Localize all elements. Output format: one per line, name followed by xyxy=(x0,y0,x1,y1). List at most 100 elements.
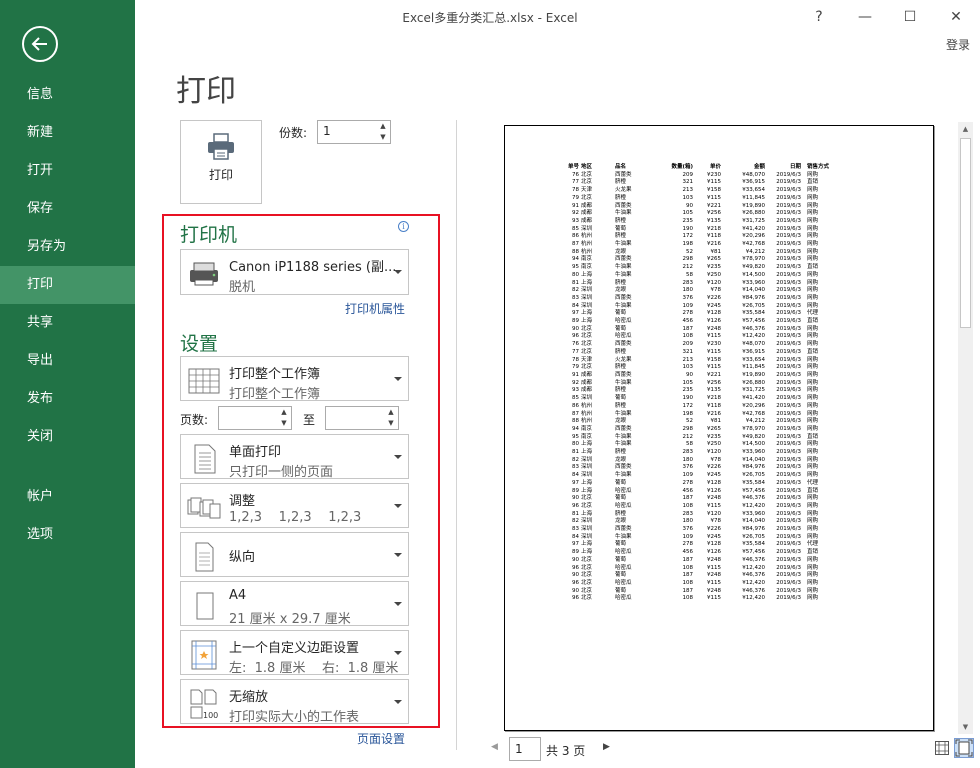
single-sided-icon xyxy=(194,444,216,474)
printer-name: Canon iP1188 series (副... xyxy=(229,260,397,275)
close-button[interactable]: ✕ xyxy=(942,6,970,28)
table-cell: ¥4,212 xyxy=(745,418,765,425)
spin-up-icon[interactable]: ▲ xyxy=(384,407,398,418)
scroll-up-icon[interactable]: ▲ xyxy=(958,122,973,136)
nav-item[interactable]: 信息 xyxy=(0,76,135,114)
table-cell: 2019/6/3 xyxy=(776,318,801,325)
table-cell: 网购 xyxy=(807,556,819,563)
help-button[interactable]: ? xyxy=(805,6,833,28)
table-cell: 网购 xyxy=(807,210,819,217)
nav-item[interactable]: 打开 xyxy=(0,152,135,190)
preview-scrollbar[interactable]: ▲ ▼ xyxy=(958,122,973,734)
print-button[interactable]: 打印 xyxy=(180,120,262,204)
table-cell: 葡萄 xyxy=(615,495,627,502)
table-cell: ¥120 xyxy=(707,449,721,456)
table-cell: ¥78 xyxy=(710,518,722,525)
scaling-dropdown[interactable]: 100 无缩放 打印实际大小的工作表 xyxy=(180,679,409,725)
next-page-icon[interactable]: ▶ xyxy=(603,742,610,752)
nav-item[interactable]: 帐户 xyxy=(0,478,135,516)
table-cell: ¥120 xyxy=(707,279,721,286)
table-cell: 2019/6/3 xyxy=(776,587,801,594)
show-margins-icon[interactable] xyxy=(934,740,950,756)
page-setup-link[interactable]: 页面设置 xyxy=(357,730,405,747)
table-cell: ¥158 xyxy=(707,187,721,194)
nav-item[interactable]: 选项 xyxy=(0,516,135,554)
table-cell: 2019/6/3 xyxy=(776,549,801,556)
table-row: 96 北京 哈密瓜 108 ¥115 ¥12,420 2019/6/3 网购 xyxy=(551,565,839,573)
table-cell: 376 xyxy=(682,464,694,471)
nav-item[interactable]: 另存为 xyxy=(0,228,135,266)
table-cell: 牛油果 xyxy=(615,264,632,271)
previous-page-icon[interactable]: ◀ xyxy=(491,742,498,752)
spin-down-icon[interactable]: ▼ xyxy=(384,418,398,429)
table-cell: 脐橙 xyxy=(615,449,627,456)
table-cell: ¥78,970 xyxy=(742,425,765,432)
table-cell: ¥216 xyxy=(707,241,721,248)
backstage-nav: 信息 新建 打开 保存 另存为 打印 共享 导出 发布 关闭 帐户 选项 xyxy=(0,0,135,768)
paper-size-dropdown[interactable]: A4 21 厘米 x 29.7 厘米 xyxy=(180,581,409,627)
zoom-to-page-button[interactable] xyxy=(954,738,974,758)
collate-sub: 1,2,3 1,2,3 1,2,3 xyxy=(229,510,362,525)
table-row: 86 杭州 脐橙 172 ¥118 ¥20,296 2019/6/3 网购 xyxy=(551,403,839,411)
table-cell: 96 xyxy=(572,333,579,340)
nav-item[interactable]: 发布 xyxy=(0,380,135,418)
table-cell: 2019/6/3 xyxy=(776,356,801,363)
table-cell: 2019/6/3 xyxy=(776,364,801,371)
chevron-down-icon xyxy=(394,503,402,508)
table-cell: 2019/6/3 xyxy=(776,425,801,432)
table-cell: ¥46,376 xyxy=(742,325,765,332)
login-link[interactable]: 登录 xyxy=(946,36,970,53)
table-cell: 北京 xyxy=(581,341,593,348)
printer-heading: 打印机 xyxy=(180,224,238,246)
spin-up-icon[interactable]: ▲ xyxy=(277,407,291,418)
table-cell: 2019/6/3 xyxy=(776,241,801,248)
table-cell: 81 xyxy=(572,279,579,286)
maximize-button[interactable]: ☐ xyxy=(896,6,924,28)
table-row: 90 北京 葡萄 187 ¥248 ¥46,376 2019/6/3 网购 xyxy=(551,326,839,334)
table-cell: 2019/6/3 xyxy=(776,579,801,586)
printer-properties-link[interactable]: 打印机属性 xyxy=(345,300,405,317)
table-cell: 298 xyxy=(682,425,694,432)
margins-dropdown[interactable]: 上一个自定义边距设置 左: 1.8 厘米 右: 1.8 厘米 xyxy=(180,630,409,676)
orientation-dropdown[interactable]: 纵向 xyxy=(180,532,409,577)
spin-down-icon[interactable]: ▼ xyxy=(277,418,291,429)
printer-dropdown[interactable]: Canon iP1188 series (副... 脱机 xyxy=(180,249,409,295)
table-cell: ¥26,880 xyxy=(742,379,765,386)
table-cell: 2019/6/3 xyxy=(776,341,801,348)
table-cell: ¥115 xyxy=(707,364,721,371)
minimize-button[interactable]: — xyxy=(851,6,879,28)
nav-item[interactable]: 导出 xyxy=(0,342,135,380)
nav-item[interactable]: 打印 xyxy=(0,266,135,304)
pages-to-input[interactable]: ▲ ▼ xyxy=(325,406,399,430)
spin-up-icon[interactable]: ▲ xyxy=(376,121,390,132)
spin-down-icon[interactable]: ▼ xyxy=(376,132,390,143)
back-button[interactable] xyxy=(22,26,58,62)
table-cell: ¥78,970 xyxy=(742,256,765,263)
sides-dropdown[interactable]: 单面打印 只打印一侧的页面 xyxy=(180,434,409,480)
table-cell: 89 xyxy=(572,549,579,556)
table-cell: ¥128 xyxy=(707,479,721,486)
print-button-label: 打印 xyxy=(208,168,233,182)
nav-item[interactable]: 新建 xyxy=(0,114,135,152)
table-row: 83 深圳 西蕾类 376 ¥226 ¥84,976 2019/6/3 网购 xyxy=(551,526,839,534)
table-row: 80 上海 牛油果 58 ¥250 ¥14,500 2019/6/3 网购 xyxy=(551,272,839,280)
margins-icon xyxy=(191,640,217,670)
table-cell: 网购 xyxy=(807,572,819,579)
table-cell: ¥115 xyxy=(707,194,721,201)
nav-item[interactable]: 关闭 xyxy=(0,418,135,456)
copies-stepper[interactable]: 1 ▲ ▼ xyxy=(317,120,391,144)
nav-item[interactable]: 保存 xyxy=(0,190,135,228)
table-cell: 90 xyxy=(572,556,579,563)
page-number-input[interactable]: 1 xyxy=(509,737,541,761)
table-cell: 90 xyxy=(572,587,579,594)
print-what-dropdown[interactable]: 打印整个工作簿 打印整个工作簿 xyxy=(180,356,409,402)
table-cell: 直销 xyxy=(807,549,819,556)
table-cell: 网购 xyxy=(807,233,819,240)
info-icon[interactable]: i xyxy=(398,221,409,232)
scroll-down-icon[interactable]: ▼ xyxy=(958,720,973,734)
table-cell: ¥41,420 xyxy=(742,225,765,232)
scroll-thumb[interactable] xyxy=(960,138,971,328)
pages-from-input[interactable]: ▲ ▼ xyxy=(218,406,292,430)
collate-dropdown[interactable]: 调整 1,2,3 1,2,3 1,2,3 xyxy=(180,483,409,528)
nav-item[interactable]: 共享 xyxy=(0,304,135,342)
